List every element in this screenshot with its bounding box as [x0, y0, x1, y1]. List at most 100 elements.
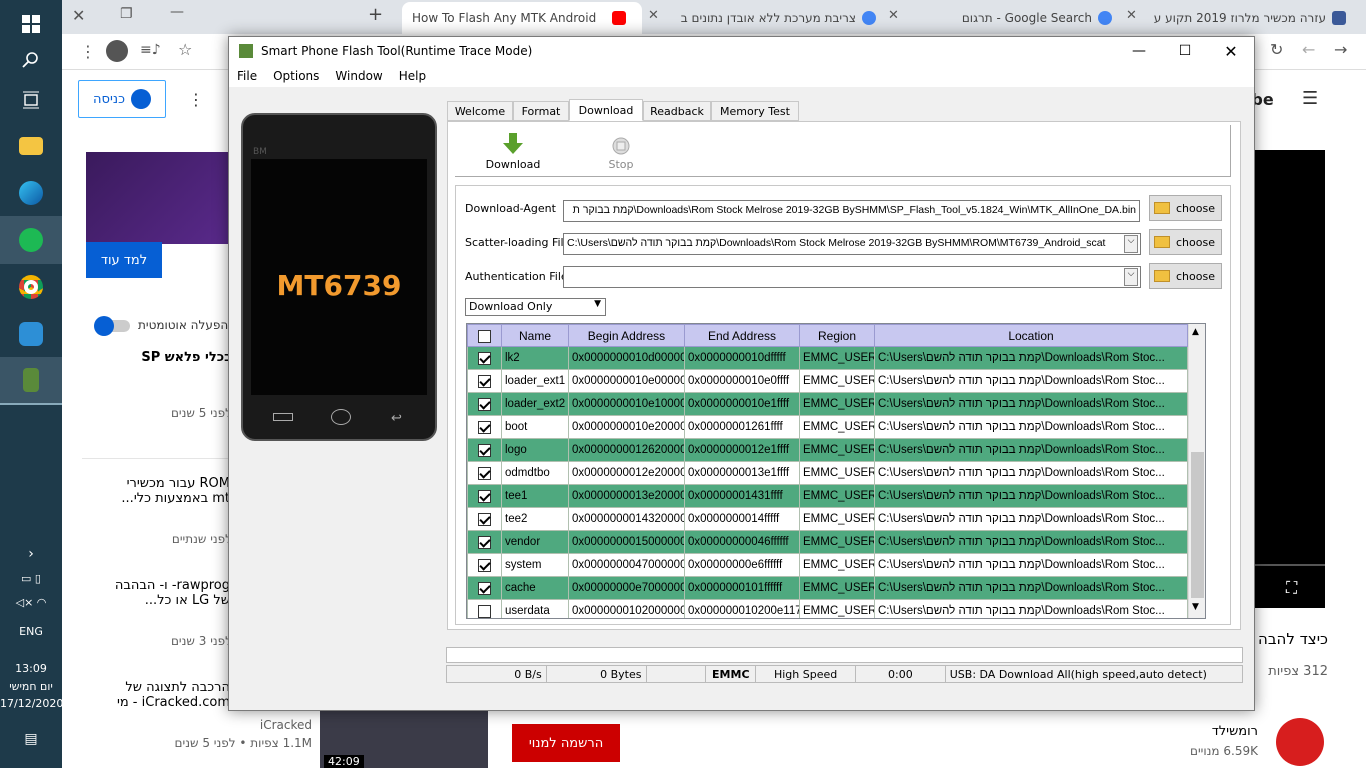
partition-name[interactable]: vendor	[501, 530, 569, 554]
tab-youtube[interactable]: How To Flash Any MTK Android	[402, 2, 642, 34]
region[interactable]: EMMC_USER	[799, 461, 875, 485]
tab-google-translate[interactable]: Google Search - תרגום	[908, 2, 1128, 34]
menu-icon[interactable]: ☰	[1302, 88, 1318, 109]
row-checkbox-cell[interactable]	[467, 415, 502, 439]
volume-icon[interactable]: ◁× ◠	[0, 590, 62, 614]
region[interactable]: EMMC_USER	[799, 369, 875, 393]
select-all-checkbox[interactable]	[478, 329, 491, 343]
col-region[interactable]: Region	[799, 324, 875, 347]
end-address[interactable]: 0x0000000010e0ffff	[684, 369, 800, 393]
forward-icon[interactable]: ←	[1302, 40, 1315, 59]
settings-menu-icon[interactable]: ⋮	[188, 90, 204, 109]
chevron-down-icon[interactable]: ⌵	[1124, 268, 1138, 286]
partition-name[interactable]: system	[501, 553, 569, 577]
col-name[interactable]: Name	[501, 324, 569, 347]
row-checkbox[interactable]	[478, 512, 491, 526]
begin-address[interactable]: 0x00000000e7000000	[568, 576, 685, 600]
chevron-up-icon[interactable]: ›	[0, 540, 62, 568]
table-row[interactable]: logo 0x0000000012620000 0x0000000012e1ffff…	[467, 438, 1188, 462]
row-checkbox[interactable]	[478, 489, 491, 503]
menu-file[interactable]: File	[229, 69, 265, 83]
spotify-icon[interactable]	[0, 216, 62, 264]
choose-download-agent-button[interactable]: choose	[1149, 195, 1222, 221]
end-address[interactable]: 0x00000001431ffff	[684, 484, 800, 508]
scrollbar-thumb[interactable]	[1191, 452, 1204, 598]
location[interactable]: C:\Users\קמת בבוקר תודה להשם\Downloads\R…	[874, 369, 1188, 393]
row-checkbox-cell[interactable]	[467, 461, 502, 485]
location[interactable]: C:\Users\קמת בבוקר תודה להשם\Downloads\R…	[874, 507, 1188, 531]
location[interactable]: C:\Users\קמת בבוקר תודה להשם\Downloads\R…	[874, 484, 1188, 508]
table-scrollbar[interactable]: ▲ ▼	[1188, 324, 1205, 618]
begin-address[interactable]: 0x0000000014320000	[568, 507, 685, 531]
region[interactable]: EMMC_USER	[799, 530, 875, 554]
learn-more-button[interactable]: למד עוד	[86, 242, 162, 278]
reload-icon[interactable]: ↻	[1270, 40, 1283, 59]
video-player[interactable]: ⛶	[1250, 150, 1325, 608]
table-row[interactable]: tee2 0x0000000014320000 0x0000000014fffff E…	[467, 507, 1188, 531]
table-row[interactable]: loader_ext2 0x0000000010e10000 0x000000001…	[467, 392, 1188, 416]
mode-select[interactable]: Download Only ▼	[465, 298, 606, 316]
begin-address[interactable]: 0x0000000010e20000	[568, 415, 685, 439]
row-checkbox-cell[interactable]	[467, 599, 502, 618]
clock-time[interactable]: 13:09	[0, 662, 62, 675]
region[interactable]: EMMC_USER	[799, 553, 875, 577]
col-location[interactable]: Location	[874, 324, 1188, 347]
table-row[interactable]: userdata 0x0000000102000000 0x000000010200…	[467, 599, 1188, 618]
more-menu-icon[interactable]: ⋮	[80, 42, 96, 61]
choose-auth-button[interactable]: choose	[1149, 263, 1222, 289]
row-checkbox[interactable]	[478, 420, 491, 434]
location[interactable]: C:\Users\קמת בבוקר תודה להשם\Downloads\R…	[874, 576, 1188, 600]
table-row[interactable]: odmdtbo 0x0000000012e20000 0x0000000013e1f…	[467, 461, 1188, 485]
video-title[interactable]: ROM עבור מכשירי mt באמצעות כלי...	[108, 476, 230, 506]
back-icon[interactable]: →	[1334, 40, 1347, 59]
partition-name[interactable]: boot	[501, 415, 569, 439]
close-tab-icon[interactable]: ✕	[648, 8, 659, 23]
table-row[interactable]: tee1 0x0000000013e20000 0x00000001431ffff E…	[467, 484, 1188, 508]
partition-name[interactable]: loader_ext1	[501, 369, 569, 393]
row-checkbox[interactable]	[478, 581, 491, 595]
row-checkbox-cell[interactable]	[467, 438, 502, 462]
fullscreen-icon[interactable]: ⛶	[1286, 578, 1297, 598]
begin-address[interactable]: 0x0000000010e00000	[568, 369, 685, 393]
begin-address[interactable]: 0x0000000012e20000	[568, 461, 685, 485]
download-button[interactable]: Download	[483, 133, 543, 171]
end-address[interactable]: 0x00000000e6ffffff	[684, 553, 800, 577]
subscribe-button[interactable]: הרשמה למנוי	[512, 724, 620, 762]
row-checkbox[interactable]	[478, 443, 491, 457]
chevron-up-icon[interactable]: ▲	[1192, 327, 1199, 337]
chrome-icon[interactable]	[0, 263, 62, 311]
begin-address[interactable]: 0x0000000013e20000	[568, 484, 685, 508]
task-view-icon[interactable]	[0, 76, 62, 124]
tab-readback[interactable]: Readback	[643, 101, 711, 121]
end-address[interactable]: 0x0000000014fffff	[684, 507, 800, 531]
partition-name[interactable]: loader_ext2	[501, 392, 569, 416]
video-channel[interactable]: iCracked	[258, 718, 312, 732]
row-checkbox[interactable]	[478, 558, 491, 572]
location[interactable]: C:\Users\קמת בבוקר תודה להשם\Downloads\R…	[874, 461, 1188, 485]
close-tab-icon[interactable]: ✕	[888, 8, 899, 23]
battery-icon[interactable]: ▭ ▯	[0, 566, 62, 590]
partition-name[interactable]: odmdtbo	[501, 461, 569, 485]
select-all-header[interactable]	[467, 324, 502, 347]
end-address[interactable]: 0x0000000013e1ffff	[684, 461, 800, 485]
window-titlebar[interactable]: Smart Phone Flash Tool(Runtime Trace Mod…	[229, 37, 1254, 65]
partition-name[interactable]: tee1	[501, 484, 569, 508]
language-indicator[interactable]: ENG	[0, 625, 62, 638]
tab-forum-help[interactable]: עזרה מכשיר מלרוז 2019 תקוע על	[1144, 2, 1362, 34]
table-row[interactable]: system 0x0000000047000000 0x00000000e6ffff…	[467, 553, 1188, 577]
region[interactable]: EMMC_USER	[799, 392, 875, 416]
video-title[interactable]: rawprog- ו- הבהבה של LG או כל...	[108, 578, 230, 608]
menu-window[interactable]: Window	[327, 69, 390, 83]
col-end[interactable]: End Address	[684, 324, 800, 347]
chevron-down-icon[interactable]: ⌵	[1124, 235, 1138, 253]
location[interactable]: C:\Users\קמת בבוקר תודה להשם\Downloads\R…	[874, 530, 1188, 554]
tab-format[interactable]: Format	[513, 101, 569, 121]
location[interactable]: C:\Users\קמת בבוקר תודה להשם\Downloads\R…	[874, 599, 1188, 618]
row-checkbox-cell[interactable]	[467, 484, 502, 508]
begin-address[interactable]: 0x0000000015000000	[568, 530, 685, 554]
region[interactable]: EMMC_USER	[799, 346, 875, 370]
row-checkbox-cell[interactable]	[467, 553, 502, 577]
close-icon[interactable]: ✕	[1208, 42, 1254, 61]
begin-address[interactable]: 0x0000000010d00000	[568, 346, 685, 370]
ad-banner[interactable]	[86, 152, 236, 244]
